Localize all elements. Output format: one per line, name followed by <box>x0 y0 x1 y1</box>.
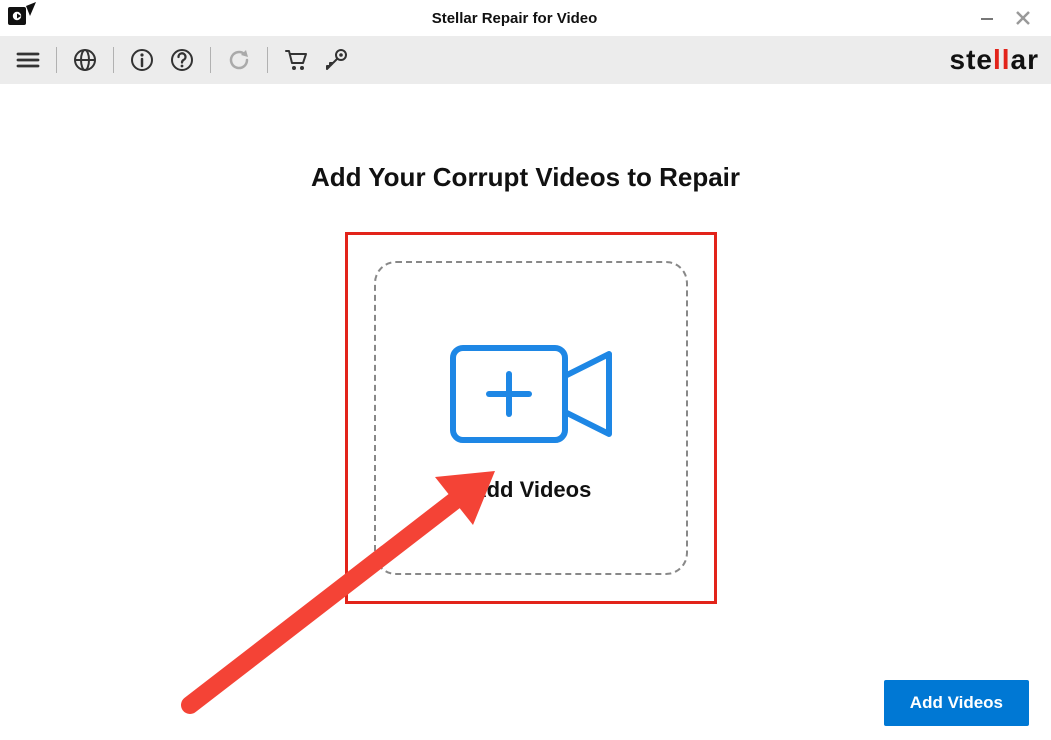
activate-icon[interactable] <box>320 44 352 76</box>
page-heading: Add Your Corrupt Videos to Repair <box>0 162 1051 193</box>
dropzone-highlight: Add Videos <box>345 232 717 604</box>
app-logo-area <box>0 2 60 35</box>
toolbar-divider <box>267 47 268 73</box>
refresh-icon[interactable] <box>223 44 255 76</box>
add-videos-dropzone[interactable]: Add Videos <box>374 261 688 575</box>
dropzone-label: Add Videos <box>471 477 592 503</box>
brand-logo: stellar <box>950 44 1040 76</box>
app-logo-icon <box>6 2 38 35</box>
add-videos-button[interactable]: Add Videos <box>884 680 1029 726</box>
minimize-button[interactable] <box>969 0 1005 36</box>
cart-icon[interactable] <box>280 44 312 76</box>
help-icon[interactable] <box>166 44 198 76</box>
toolbar-divider <box>210 47 211 73</box>
brand-text-accent: ll <box>993 44 1011 76</box>
window-controls <box>969 0 1041 36</box>
menu-icon[interactable] <box>12 44 44 76</box>
language-icon[interactable] <box>69 44 101 76</box>
window-title: Stellar Repair for Video <box>60 10 969 27</box>
close-button[interactable] <box>1005 0 1041 36</box>
titlebar: Stellar Repair for Video <box>0 0 1051 36</box>
toolbar: stellar <box>0 36 1051 84</box>
toolbar-divider <box>56 47 57 73</box>
toolbar-divider <box>113 47 114 73</box>
brand-text-pre: ste <box>950 44 993 76</box>
info-icon[interactable] <box>126 44 158 76</box>
camera-plus-icon <box>441 334 621 459</box>
brand-text-post: ar <box>1011 44 1039 76</box>
